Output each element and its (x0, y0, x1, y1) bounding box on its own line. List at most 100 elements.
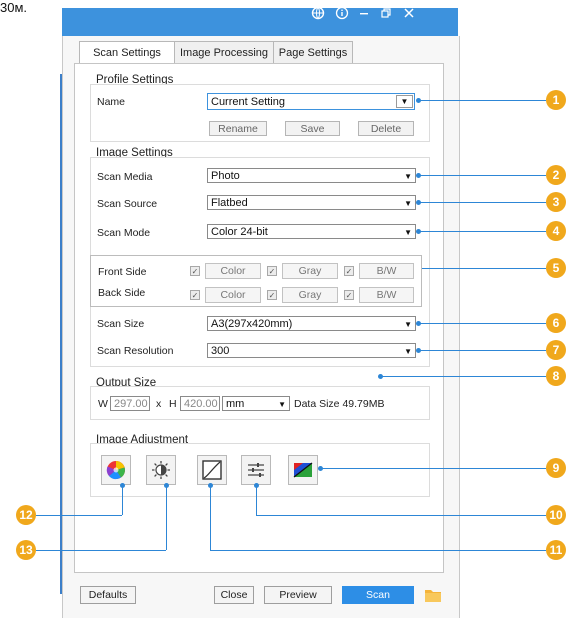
callout-dot-1 (416, 98, 421, 103)
back-color-button[interactable]: Color (205, 287, 261, 303)
rename-button[interactable]: Rename (209, 121, 267, 136)
brightness-contrast-button[interactable] (146, 455, 176, 485)
callout-badge-10: 10 (546, 505, 566, 525)
profile-name-value: Current Setting (211, 96, 285, 108)
callout-vline-12 (122, 485, 123, 515)
scan-media-label: Scan Media (97, 171, 153, 183)
callout-dot-6 (416, 321, 421, 326)
callout-badge-4: 4 (546, 221, 566, 241)
front-gray-button[interactable]: Gray (282, 263, 338, 279)
callout-vline-11 (210, 485, 211, 550)
height-label: H (169, 398, 177, 410)
scan-media-select[interactable]: Photo ▼ (207, 168, 416, 183)
scan-source-value: Flatbed (211, 197, 248, 209)
minimize-icon[interactable] (356, 6, 372, 22)
close-button[interactable]: Close (214, 586, 254, 604)
external-caption: 30м. (0, 0, 28, 15)
front-side-label: Front Side (98, 266, 147, 278)
callout-dot-10 (254, 483, 259, 488)
callout-dot-4 (416, 229, 421, 234)
callout-badge-5: 5 (546, 258, 566, 278)
callout-badge-1: 1 (546, 90, 566, 110)
callout-line-5 (422, 268, 546, 269)
scan-size-select[interactable]: A3(297x420mm) ▼ (207, 316, 416, 331)
callout-badge-11: 11 (546, 540, 566, 560)
callout-dot-2 (416, 173, 421, 178)
tab-image-processing[interactable]: Image Processing (174, 41, 274, 65)
save-button[interactable]: Save (285, 121, 340, 136)
front-color-button[interactable]: Color (205, 263, 261, 279)
color-wheel-button[interactable] (101, 455, 131, 485)
callout-badge-6: 6 (546, 313, 566, 333)
callout-vline-13 (166, 485, 167, 550)
curve-button[interactable] (197, 455, 227, 485)
tab-page-settings[interactable]: Page Settings (273, 41, 353, 65)
front-color-checkbox[interactable]: ✓ (190, 266, 200, 276)
chevron-down-icon: ▼ (404, 199, 412, 208)
width-input[interactable]: 297.00 (110, 396, 150, 411)
callout-line-10 (256, 515, 546, 516)
back-bw-checkbox[interactable]: ✓ (344, 290, 354, 300)
name-label: Name (97, 96, 126, 108)
color-balance-icon (293, 462, 313, 478)
delete-button[interactable]: Delete (358, 121, 414, 136)
front-bw-button[interactable]: B/W (359, 263, 414, 279)
callout-dot-3 (416, 200, 421, 205)
scan-mode-value: Color 24-bit (211, 226, 268, 238)
chevron-down-icon: ▼ (278, 400, 286, 409)
globe-icon[interactable] (310, 6, 326, 22)
callout-line-7 (418, 350, 546, 351)
chevron-down-icon: ▼ (404, 172, 412, 181)
color-balance-button[interactable] (288, 455, 318, 485)
unit-value: mm (226, 398, 245, 410)
front-bw-checkbox[interactable]: ✓ (344, 266, 354, 276)
chevron-down-icon: ▼ (404, 320, 412, 329)
color-wheel-icon (106, 461, 125, 480)
defaults-button[interactable]: Defaults (80, 586, 136, 604)
unit-select[interactable]: mm ▼ (222, 396, 290, 411)
back-color-checkbox[interactable]: ✓ (190, 290, 200, 300)
callout-line-8 (380, 376, 546, 377)
data-size-text: Data Size 49.79MB (294, 398, 385, 410)
callout-badge-8: 8 (546, 366, 566, 386)
callout-line-3 (418, 202, 546, 203)
callout-badge-3: 3 (546, 192, 566, 212)
callout-line-6 (418, 323, 546, 324)
close-icon[interactable] (401, 6, 417, 22)
title-bar (62, 8, 458, 36)
callout-dot-9 (318, 466, 323, 471)
callout-line-12 (36, 515, 122, 516)
scan-button[interactable]: Scan (342, 586, 414, 604)
profile-name-combo[interactable]: Current Setting (207, 93, 415, 110)
back-gray-button[interactable]: Gray (282, 287, 338, 303)
callout-vline-10 (256, 485, 257, 515)
callout-line-11 (210, 550, 546, 551)
restore-icon[interactable] (378, 6, 394, 22)
callout-dot-13 (164, 483, 169, 488)
height-input[interactable]: 420.00 (180, 396, 220, 411)
back-gray-checkbox[interactable]: ✓ (267, 290, 277, 300)
brightness-contrast-icon (152, 461, 170, 479)
scan-resolution-value: 300 (211, 345, 230, 357)
front-gray-checkbox[interactable]: ✓ (267, 266, 277, 276)
callout-line-2 (418, 175, 546, 176)
callout-badge-13: 13 (16, 540, 36, 560)
times-label: x (156, 398, 162, 410)
scan-mode-select[interactable]: Color 24-bit ▼ (207, 224, 416, 239)
scan-resolution-label: Scan Resolution (97, 345, 174, 357)
chevron-down-icon: ▼ (404, 347, 412, 356)
folder-icon[interactable] (424, 587, 442, 606)
curve-icon (202, 460, 222, 480)
scan-size-value: A3(297x420mm) (211, 318, 293, 330)
levels-button[interactable] (241, 455, 271, 485)
callout-line-9 (320, 468, 546, 469)
profile-dropdown-arrow[interactable]: ▼ (396, 95, 413, 108)
info-icon[interactable] (334, 6, 350, 22)
callout-badge-2: 2 (546, 165, 566, 185)
callout-line-13 (36, 550, 166, 551)
preview-button[interactable]: Preview (264, 586, 332, 604)
scan-resolution-select[interactable]: 300 ▼ (207, 343, 416, 358)
scan-source-select[interactable]: Flatbed ▼ (207, 195, 416, 210)
chevron-down-icon: ▼ (404, 228, 412, 237)
back-bw-button[interactable]: B/W (359, 287, 414, 303)
